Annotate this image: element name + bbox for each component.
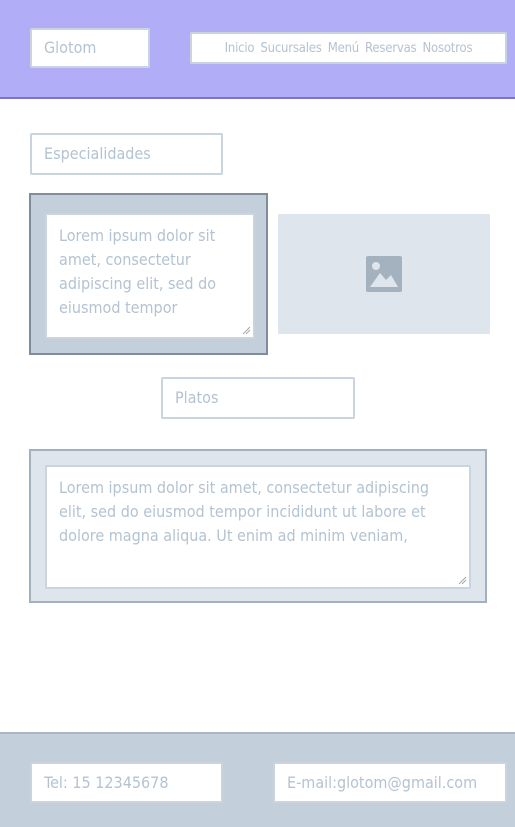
especialidades-text: Lorem ipsum dolor sit amet, consectetur … <box>59 226 217 317</box>
nav-item-menu[interactable]: Menú <box>328 41 360 56</box>
resize-handle-icon[interactable] <box>458 576 467 585</box>
especialidades-textarea[interactable]: Lorem ipsum dolor sit amet, consectetur … <box>45 213 255 339</box>
footer-phone: Tel: 15 12345678 <box>30 762 223 803</box>
logo[interactable]: Glotom <box>30 28 150 68</box>
especialidades-image <box>278 214 490 334</box>
nav-item-sucursales[interactable]: Sucursales <box>260 41 321 56</box>
nav-item-inicio[interactable]: Inicio <box>225 41 255 56</box>
nav-item-nosotros[interactable]: Nosotros <box>422 41 472 56</box>
header: Glotom Inicio Sucursales Menú Reservas N… <box>0 0 515 99</box>
footer-email[interactable]: E-mail:glotom@gmail.com <box>273 762 507 803</box>
platos-heading: Platos <box>161 377 355 419</box>
image-icon <box>366 256 402 292</box>
main-nav: Inicio Sucursales Menú Reservas Nosotros <box>190 32 507 64</box>
resize-handle-icon[interactable] <box>242 326 251 335</box>
especialidades-heading: Especialidades <box>30 133 223 175</box>
platos-textarea[interactable]: Lorem ipsum dolor sit amet, consectetur … <box>45 465 471 589</box>
nav-item-reservas[interactable]: Reservas <box>365 41 417 56</box>
platos-text: Lorem ipsum dolor sit amet, consectetur … <box>59 478 429 545</box>
